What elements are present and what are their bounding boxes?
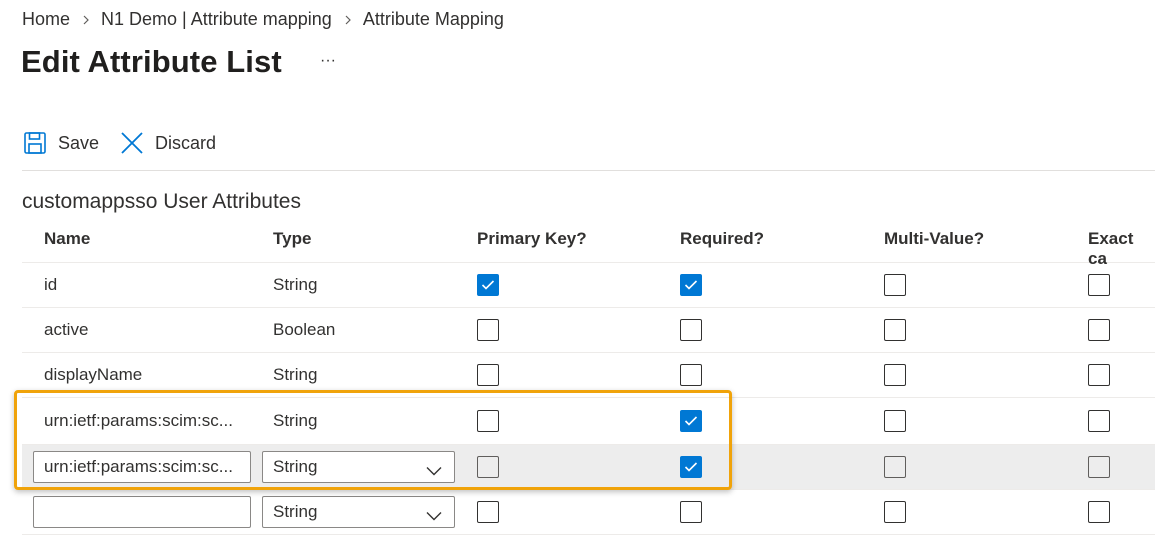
- attribute-name: active: [44, 320, 89, 339]
- multi-value-checkbox[interactable]: [884, 274, 906, 296]
- exact-case-checkbox[interactable]: [1088, 456, 1110, 478]
- discard-button[interactable]: Discard: [119, 130, 216, 156]
- attribute-type: String: [273, 411, 318, 430]
- exact-case-checkbox[interactable]: [1088, 274, 1110, 296]
- required-checkbox[interactable]: [680, 410, 702, 432]
- attribute-table: Name Type Primary Key? Required? Multi-V…: [22, 218, 1155, 535]
- table-row: displayName String: [22, 353, 1155, 398]
- attribute-type-dropdown[interactable]: String: [262, 451, 455, 483]
- primary-key-checkbox[interactable]: [477, 501, 499, 523]
- primary-key-checkbox[interactable]: [477, 274, 499, 296]
- new-attribute-type-selected: String: [273, 502, 318, 521]
- required-checkbox[interactable]: [680, 319, 702, 341]
- attribute-type: Boolean: [273, 320, 336, 339]
- column-header-primary-key: Primary Key?: [477, 229, 587, 248]
- save-icon: [22, 130, 48, 156]
- more-options-button[interactable]: ···: [317, 52, 339, 74]
- column-header-exact-case: Exact ca: [1088, 229, 1134, 268]
- checkmark-icon: [684, 416, 698, 426]
- required-checkbox[interactable]: [680, 274, 702, 296]
- column-header-multi-value: Multi-Value?: [884, 229, 985, 248]
- attribute-name: displayName: [44, 365, 143, 384]
- table-row-new: String: [22, 490, 1155, 535]
- multi-value-checkbox[interactable]: [884, 456, 906, 478]
- section-title: customappsso User Attributes: [22, 190, 301, 213]
- multi-value-checkbox[interactable]: [884, 501, 906, 523]
- primary-key-checkbox[interactable]: [477, 410, 499, 432]
- page-title: Edit Attribute List: [21, 44, 282, 79]
- exact-case-checkbox[interactable]: [1088, 319, 1110, 341]
- attribute-name: urn:ietf:params:scim:sc...: [44, 411, 233, 430]
- required-checkbox[interactable]: [680, 501, 702, 523]
- primary-key-checkbox[interactable]: [477, 456, 499, 478]
- exact-case-checkbox[interactable]: [1088, 410, 1110, 432]
- column-header-type: Type: [273, 229, 312, 248]
- multi-value-checkbox[interactable]: [884, 364, 906, 386]
- table-header-row: Name Type Primary Key? Required? Multi-V…: [22, 218, 1155, 268]
- breadcrumb-attribute-mapping[interactable]: Attribute Mapping: [363, 9, 504, 30]
- checkmark-icon: [684, 280, 698, 290]
- breadcrumb-app[interactable]: N1 Demo | Attribute mapping: [101, 9, 332, 30]
- attribute-type: String: [273, 365, 318, 384]
- discard-label: Discard: [155, 132, 217, 153]
- exact-case-checkbox[interactable]: [1088, 364, 1110, 386]
- required-checkbox[interactable]: [680, 364, 702, 386]
- checkmark-icon: [684, 462, 698, 472]
- attribute-name: id: [44, 275, 58, 294]
- save-button[interactable]: Save: [22, 130, 99, 156]
- column-header-name: Name: [44, 229, 91, 248]
- primary-key-checkbox[interactable]: [477, 364, 499, 386]
- chevron-down-icon: [426, 461, 442, 481]
- primary-key-checkbox[interactable]: [477, 319, 499, 341]
- close-icon: [119, 130, 145, 156]
- table-row: id String: [22, 263, 1155, 308]
- exact-case-checkbox[interactable]: [1088, 501, 1110, 523]
- required-checkbox[interactable]: [680, 456, 702, 478]
- chevron-down-icon: [426, 506, 442, 526]
- save-label: Save: [58, 132, 100, 153]
- table-row: urn:ietf:params:scim:sc... String: [22, 398, 1155, 445]
- table-row-editing: String: [22, 445, 1155, 490]
- multi-value-checkbox[interactable]: [884, 410, 906, 432]
- table-row: active Boolean: [22, 308, 1155, 353]
- chevron-right-icon: [82, 15, 90, 25]
- breadcrumb: Home N1 Demo | Attribute mapping Attribu…: [22, 9, 504, 30]
- toolbar-divider: [22, 170, 1155, 171]
- column-header-required: Required?: [680, 229, 765, 248]
- breadcrumb-home[interactable]: Home: [22, 9, 70, 30]
- attribute-type-selected: String: [273, 457, 318, 476]
- new-attribute-type-dropdown[interactable]: String: [262, 496, 455, 528]
- multi-value-checkbox[interactable]: [884, 319, 906, 341]
- chevron-right-icon: [344, 15, 352, 25]
- checkmark-icon: [481, 280, 495, 290]
- toolbar: Save Discard: [22, 130, 236, 156]
- attribute-type: String: [273, 275, 318, 294]
